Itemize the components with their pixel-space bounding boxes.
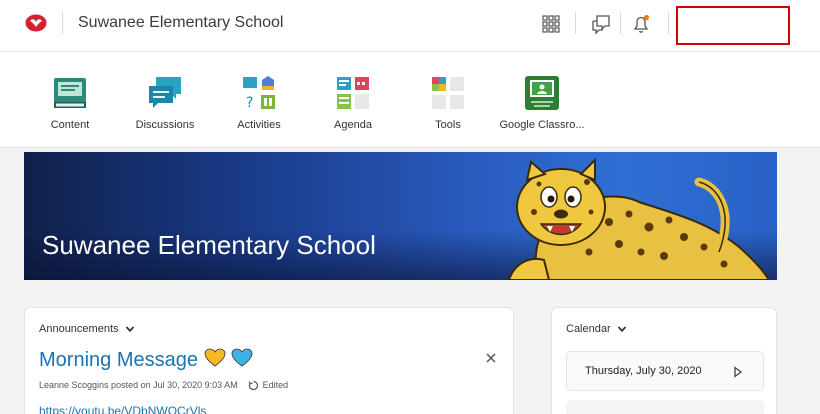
edited-icon: [248, 381, 258, 391]
yellow-heart-icon: [204, 348, 225, 367]
divider: [62, 12, 63, 34]
tools-grid-icon: [432, 77, 464, 109]
announcement-posted-by: Leanne Scoggins posted on Jul 30, 2020 9…: [39, 380, 238, 390]
calendar-date: Thursday, July 30, 2020: [585, 365, 702, 377]
book-icon: [54, 78, 86, 108]
chevron-right-icon[interactable]: [733, 366, 743, 378]
chat-bubbles-icon: [149, 77, 181, 108]
blue-heart-icon: [231, 348, 253, 367]
nav-item-label: Tools: [435, 119, 461, 131]
nav-item-label: Activities: [237, 119, 281, 131]
calendar-widget: Calendar Thursday, July 30, 2020: [551, 307, 777, 414]
chevron-down-icon[interactable]: [125, 324, 135, 334]
nav-item-label: Agenda: [334, 119, 372, 131]
calendar-day-selector[interactable]: Thursday, July 30, 2020: [566, 351, 764, 391]
announcement-meta: Leanne Scoggins posted on Jul 30, 2020 9…: [39, 380, 288, 391]
calendar-heading: Calendar: [566, 323, 611, 335]
calendar-event-placeholder: [566, 400, 764, 414]
notification-bell-icon[interactable]: [630, 13, 652, 35]
divider: [620, 12, 621, 34]
apps-grid-icon[interactable]: [540, 13, 562, 35]
top-bar: Suwanee Elementary School: [0, 0, 820, 52]
svg-text:?: ?: [246, 95, 253, 111]
chevron-down-icon[interactable]: [617, 324, 627, 334]
edited-label: Edited: [262, 380, 289, 390]
announcements-heading: Announcements: [39, 323, 119, 335]
google-classroom-icon: [525, 76, 559, 110]
nav-item-label: Google Classro...: [499, 119, 585, 131]
nav-item-label: Discussions: [135, 119, 195, 131]
course-navbar: Content Discussions ? Activities Agenda …: [0, 52, 820, 148]
leopard-mascot-image: [507, 157, 769, 280]
announcement-link[interactable]: https://youtu.be/VDbNWOCrVls: [39, 404, 206, 414]
calendar-checklist-icon: [337, 77, 369, 109]
calendar-header[interactable]: Calendar: [566, 323, 627, 335]
nav-item-label: Content: [50, 119, 90, 131]
brightspace-logo-icon[interactable]: [25, 14, 47, 32]
banner-title: Suwanee Elementary School: [42, 230, 376, 260]
user-menu-button[interactable]: [676, 6, 790, 45]
announcements-header[interactable]: Announcements: [39, 323, 135, 335]
announcements-widget: Announcements Morning Message Leanne Sco…: [24, 307, 514, 414]
activities-icon: ?: [243, 76, 275, 111]
close-icon[interactable]: [485, 352, 497, 364]
divider: [575, 12, 576, 34]
course-banner: Suwanee Elementary School: [24, 152, 777, 280]
org-name-link[interactable]: Suwanee Elementary School: [78, 14, 283, 32]
divider: [668, 12, 669, 34]
message-alerts-icon[interactable]: [590, 13, 612, 35]
announcement-title-text[interactable]: Morning Message: [39, 349, 198, 371]
announcement-title[interactable]: Morning Message: [39, 348, 253, 372]
